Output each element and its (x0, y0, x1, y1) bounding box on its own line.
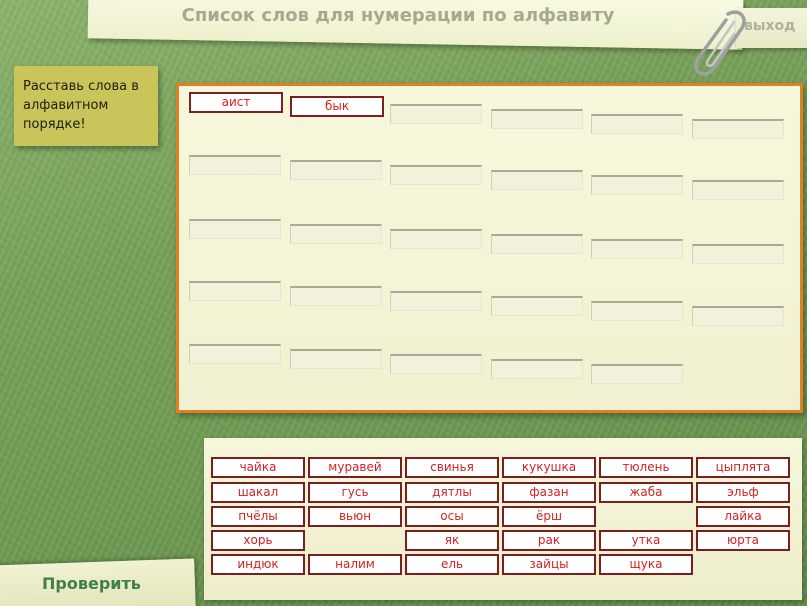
answer-slot[interactable] (290, 160, 382, 180)
answer-slot[interactable] (692, 119, 784, 139)
answer-slot[interactable] (390, 104, 482, 124)
answer-slot[interactable] (390, 354, 482, 374)
answer-slot[interactable] (189, 219, 281, 239)
answer-slot[interactable] (491, 359, 583, 379)
word-tile[interactable]: цыплята (696, 457, 790, 478)
placed-word[interactable]: аист (189, 92, 283, 113)
answer-slot[interactable] (390, 291, 482, 311)
word-tile[interactable]: шакал (211, 482, 305, 503)
answer-slot[interactable] (189, 281, 281, 301)
exit-button[interactable]: выход (744, 18, 795, 34)
answer-slot[interactable] (491, 234, 583, 254)
check-button[interactable]: Проверить (42, 574, 141, 593)
word-tile[interactable]: кукушка (502, 457, 596, 478)
answer-slot[interactable] (692, 306, 784, 326)
word-tile[interactable]: осы (405, 506, 499, 527)
word-tile[interactable]: дятлы (405, 482, 499, 503)
word-tile[interactable]: вьюн (308, 506, 402, 527)
word-tile[interactable]: зайцы (502, 554, 596, 575)
answer-slot[interactable] (390, 229, 482, 249)
answer-slot[interactable] (189, 155, 281, 175)
word-tile[interactable]: чайка (211, 457, 305, 478)
answer-slot[interactable] (591, 364, 683, 384)
answer-slot[interactable] (692, 180, 784, 200)
word-tile[interactable]: щука (599, 554, 693, 575)
answer-slot[interactable] (390, 165, 482, 185)
word-tile[interactable]: эльф (696, 482, 790, 503)
word-tile[interactable]: лайка (696, 506, 790, 527)
answer-slot[interactable] (591, 114, 683, 134)
answer-slot[interactable] (290, 224, 382, 244)
word-tile[interactable]: тюлень (599, 457, 693, 478)
answer-slot[interactable] (491, 109, 583, 129)
answer-slot[interactable] (591, 301, 683, 321)
answer-board: аист бык (176, 83, 803, 413)
word-tile[interactable]: як (405, 530, 499, 551)
word-tile[interactable]: ёрш (502, 506, 596, 527)
answer-slot[interactable] (290, 349, 382, 369)
word-tile[interactable]: муравей (308, 457, 402, 478)
paperclip-icon (694, 10, 746, 76)
answer-slot[interactable] (290, 286, 382, 306)
answer-slot[interactable] (189, 344, 281, 364)
word-tile[interactable]: юрта (696, 530, 790, 551)
placed-word[interactable]: бык (290, 96, 384, 117)
word-tile[interactable]: утка (599, 530, 693, 551)
word-tile[interactable]: индюк (211, 554, 305, 575)
instruction-text: Расставь слова в алфавитном порядке! (23, 79, 139, 132)
word-tile[interactable]: свинья (405, 457, 499, 478)
word-tile[interactable]: налим (308, 554, 402, 575)
word-bank: чайка муравей свинья кукушка тюлень цыплята ша… (204, 438, 802, 600)
word-tile[interactable]: рак (502, 530, 596, 551)
answer-slot[interactable] (491, 170, 583, 190)
word-tile[interactable]: пчёлы (211, 506, 305, 527)
word-tile[interactable]: гусь (308, 482, 402, 503)
answer-slot[interactable] (692, 244, 784, 264)
answer-slot[interactable] (591, 239, 683, 259)
page-title: Список слов для нумерации по алфавиту (181, 5, 615, 26)
word-tile[interactable]: хорь (211, 530, 305, 551)
word-tile[interactable]: жаба (599, 482, 693, 503)
answer-slot[interactable] (591, 175, 683, 195)
word-tile[interactable]: фазан (502, 482, 596, 503)
answer-slot[interactable] (491, 296, 583, 316)
word-tile[interactable]: ель (405, 554, 499, 575)
